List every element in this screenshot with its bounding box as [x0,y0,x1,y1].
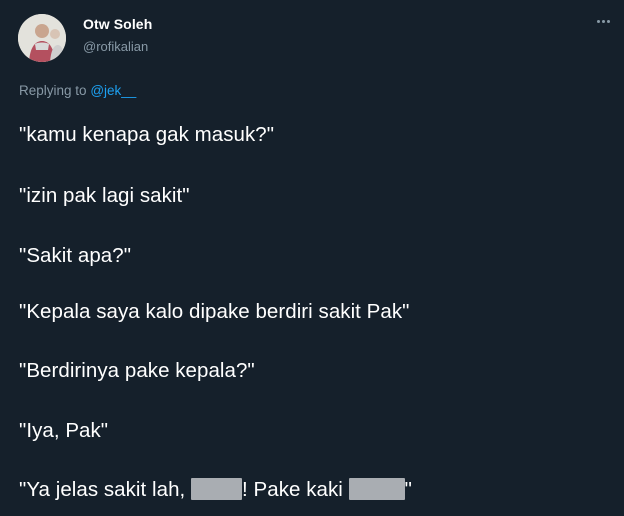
tweet-text-line: "kamu kenapa gak masuk?" [19,123,275,146]
replying-to: Replying to @jek__ [19,83,136,98]
reply-mention-link[interactable]: @jek__ [90,83,136,98]
more-horizontal-icon [597,20,600,23]
censored-word-block [191,478,243,500]
more-horizontal-icon-dot [607,20,610,23]
tweet-text-segment: "Ya jelas sakit lah, [19,478,186,501]
censored-word-block [348,478,405,500]
tweet-text-line: "Iya, Pak" [19,419,109,442]
tweet-text-line: "izin pak lagi sakit" [19,184,190,207]
author-handle[interactable]: @rofikalian [83,39,148,54]
tweet-text-segment: " [404,478,412,501]
avatar-image [18,14,66,62]
tweet-text-line-last: "Ya jelas sakit lah, ! Pake kaki " [19,478,412,502]
tweet-card: Otw Soleh @rofikalian Replying to @jek__… [0,0,624,516]
tweet-text-line: "Sakit apa?" [19,244,132,267]
more-horizontal-icon-dot [602,20,605,23]
replying-to-label: Replying to [19,83,87,98]
tweet-text-line: "Kepala saya kalo dipake berdiri sakit P… [19,300,410,323]
author-display-name[interactable]: Otw Soleh [83,16,152,32]
avatar[interactable] [18,14,66,62]
tweet-text-segment: ! Pake kaki [242,478,343,501]
tweet-text-line: "Berdirinya pake kepala?" [19,359,255,382]
more-options-button[interactable] [592,12,616,32]
